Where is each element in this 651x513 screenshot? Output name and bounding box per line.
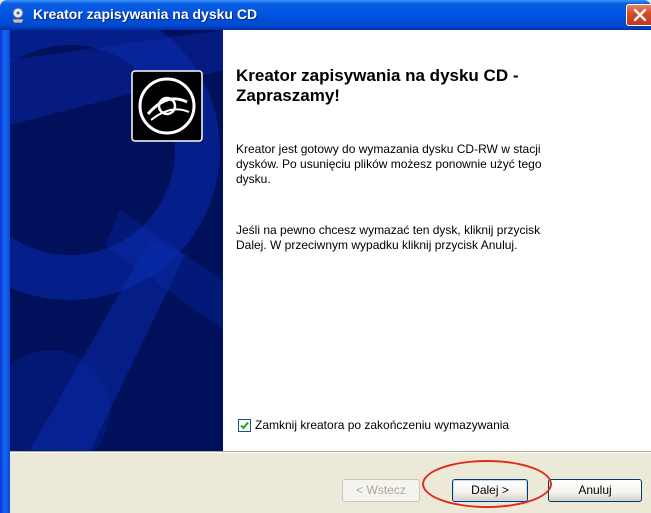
wizard-window: Kreator zapisywania na dysku CD Kreator … [0, 0, 651, 513]
close-button[interactable] [626, 4, 651, 26]
checkmark-icon [240, 421, 249, 429]
title-bar[interactable]: Kreator zapisywania na dysku CD [0, 0, 651, 30]
back-button[interactable]: < Wstecz [342, 479, 420, 502]
cancel-button[interactable]: Anuluj [548, 479, 642, 502]
close-icon [633, 8, 647, 22]
wizard-banner [10, 30, 223, 451]
intro-text: Kreator jest gotowy do wymazania dysku C… [236, 142, 542, 186]
instruction-text: Jeśli na pewno chcesz wymazać ten dysk, … [236, 223, 541, 252]
close-wizard-label[interactable]: Zamknij kreatora po zakończeniu wymazywa… [255, 418, 509, 432]
highlight-ellipse [422, 460, 552, 508]
close-wizard-option[interactable]: Zamknij kreatora po zakończeniu wymazywa… [238, 418, 509, 432]
close-wizard-checkbox[interactable] [238, 418, 251, 432]
window-title: Kreator zapisywania na dysku CD [33, 6, 258, 22]
button-separator [10, 451, 651, 453]
cd-disc-icon [131, 70, 203, 142]
window-frame-left [0, 30, 10, 513]
cd-burn-icon [9, 6, 27, 24]
page-title: Kreator zapisywania na dysku CD - Zapras… [236, 66, 519, 105]
